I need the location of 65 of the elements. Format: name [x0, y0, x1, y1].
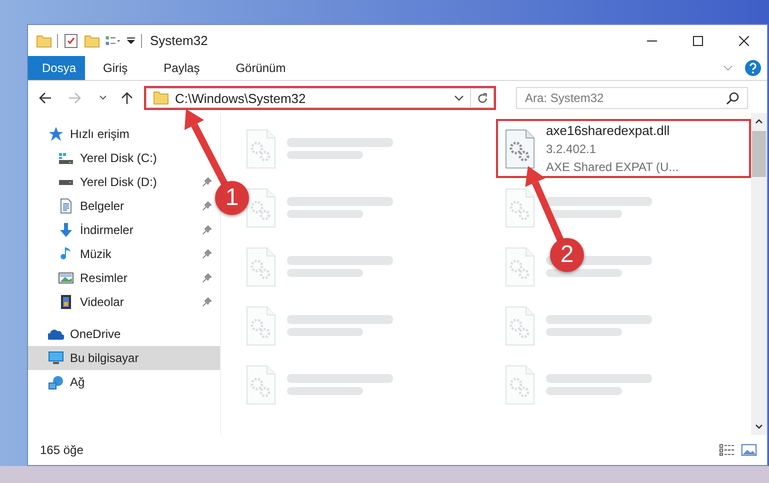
file-name[interactable]: axe16sharedexpat.dll — [546, 123, 679, 138]
pin-icon[interactable] — [202, 201, 212, 211]
details-view-icon[interactable] — [719, 442, 735, 458]
blurred-file-icon — [245, 128, 277, 168]
sidebar-item[interactable]: Belgeler — [80, 199, 124, 213]
ribbon-tab[interactable]: Giriş — [85, 56, 146, 80]
ribbon-tab[interactable]: Görünüm — [218, 56, 304, 80]
file-tab[interactable]: Dosya — [28, 56, 85, 80]
up-arrow-icon[interactable] — [120, 91, 134, 105]
search-icon — [726, 91, 740, 105]
download-arrow-icon — [58, 222, 74, 238]
settings-file-icon — [504, 128, 536, 168]
sidebar-item[interactable]: Ağ — [70, 375, 85, 389]
sidebar-item[interactable]: Bu bilgisayar — [28, 346, 220, 370]
blurred-file-icon — [504, 306, 536, 346]
sidebar-item[interactable]: Hızlı erişim — [70, 127, 130, 141]
folder-icon — [153, 90, 169, 106]
sidebar-item[interactable]: Resimler — [80, 271, 128, 285]
blurred-file-icon — [245, 246, 277, 286]
file-version: 3.2.402.1 — [546, 142, 598, 156]
document-icon — [58, 198, 74, 214]
refresh-button[interactable] — [470, 88, 494, 108]
sidebar-item[interactable]: Yerel Disk (C:) — [80, 151, 157, 165]
image-icon — [58, 272, 74, 284]
address-bar[interactable]: C:\Windows\System32 — [146, 88, 470, 108]
blurred-file-icon — [245, 306, 277, 346]
blurred-file-icon — [245, 188, 277, 228]
blurred-file-icon — [245, 364, 277, 404]
item-count: 165 öğe — [40, 443, 84, 457]
pin-icon[interactable] — [202, 177, 212, 187]
window-title: System32 — [150, 33, 208, 48]
back-arrow-icon[interactable] — [38, 91, 52, 105]
properties-icon[interactable] — [63, 32, 79, 48]
ribbon-tab[interactable]: Paylaş — [146, 56, 218, 80]
monitor-icon — [48, 351, 64, 365]
blurred-file-icon — [504, 246, 536, 286]
pin-icon[interactable] — [202, 249, 212, 259]
film-icon — [58, 294, 74, 310]
help-icon[interactable] — [745, 60, 761, 76]
large-icons-view-icon[interactable] — [741, 442, 757, 458]
star-icon — [48, 126, 64, 142]
blurred-file-icon — [504, 188, 536, 228]
pin-icon[interactable] — [202, 297, 212, 307]
scrollbar-thumb[interactable] — [752, 131, 766, 177]
sidebar-item[interactable]: Müzik — [80, 247, 112, 261]
close-icon — [739, 36, 749, 46]
sidebar-item[interactable]: OneDrive — [70, 327, 121, 341]
address-path: C:\Windows\System32 — [175, 90, 307, 106]
refresh-icon — [476, 92, 488, 104]
network-icon — [48, 374, 64, 390]
file-description: AXE Shared EXPAT (U... — [546, 160, 679, 174]
drive-icon — [58, 178, 74, 186]
pin-icon[interactable] — [202, 273, 212, 283]
search-field[interactable]: Ara: System32 — [516, 87, 748, 109]
drive-icon — [58, 152, 74, 164]
sidebar-item[interactable]: Videolar — [80, 295, 124, 309]
minimize-icon — [647, 40, 657, 42]
sidebar-item[interactable]: İndirmeler — [80, 223, 134, 237]
dropdown-icon[interactable] — [126, 36, 136, 46]
blurred-file-icon — [504, 364, 536, 404]
cloud-icon — [48, 328, 64, 340]
maximize-icon — [693, 36, 703, 46]
sidebar-item[interactable]: Yerel Disk (D:) — [80, 175, 157, 189]
dropdown-caret-icon[interactable] — [454, 93, 464, 103]
pin-icon[interactable] — [202, 225, 212, 235]
